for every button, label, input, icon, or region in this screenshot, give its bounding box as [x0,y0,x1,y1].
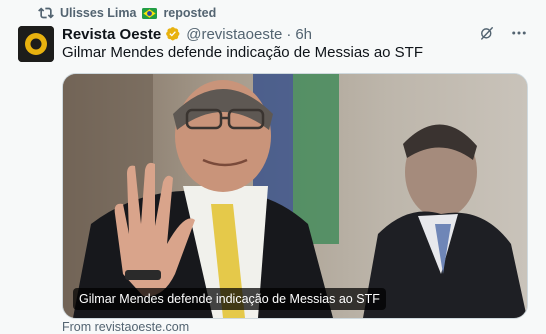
tweet-header: Revista Oeste @revistaoeste · 6h [62,24,312,44]
repost-user-name[interactable]: Ulisses Lima [60,6,136,20]
brazil-flag-icon [142,7,158,19]
separator-dot: · [286,25,292,43]
tweet-top-actions [478,24,528,42]
link-card-image[interactable]: Gilmar Mendes defende indicação de Messi… [62,73,528,319]
author-name[interactable]: Revista Oeste [62,26,161,43]
tweet-text: Gilmar Mendes defende indicação de Messi… [62,44,424,61]
timestamp[interactable]: 6h [295,26,312,43]
link-source[interactable]: From revistaoeste.com [62,320,189,334]
grok-icon[interactable] [478,24,496,42]
link-card-caption: Gilmar Mendes defende indicação de Messi… [73,288,386,310]
avatar[interactable] [18,26,54,62]
repost-icon [38,5,54,21]
verified-badge-icon [165,26,182,43]
repost-label: reposted [163,6,217,20]
news-photo [63,74,527,318]
repost-header: Ulisses Lima reposted [38,4,216,22]
author-handle[interactable]: @revistaoeste [186,26,282,43]
more-options-icon[interactable] [510,24,528,42]
